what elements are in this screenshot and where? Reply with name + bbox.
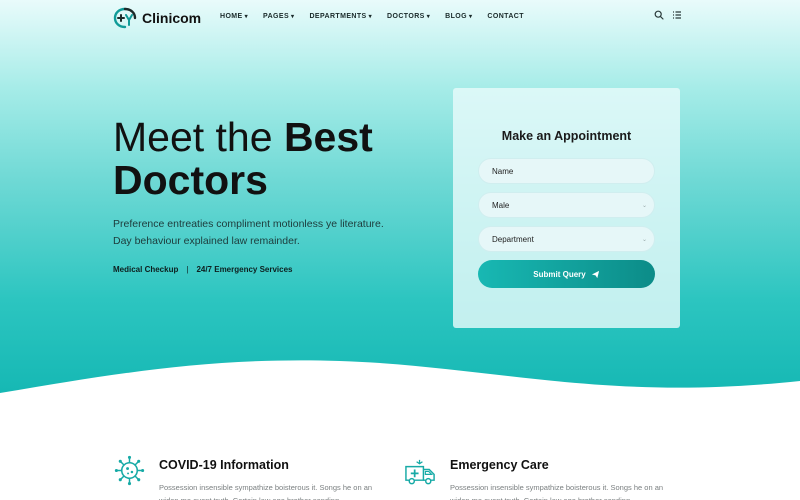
appointment-title: Make an Appointment bbox=[501, 129, 632, 143]
appointment-card: Make an Appointment Name Male ⌄ Departmen… bbox=[453, 88, 680, 328]
gender-select[interactable]: Male ⌄ bbox=[478, 192, 655, 218]
hero-title-light: Meet the bbox=[113, 114, 284, 160]
nav-item-contact[interactable]: CONTACT bbox=[487, 13, 524, 20]
hero-headline: Meet the Best Doctors bbox=[113, 116, 433, 202]
tag-emergency-services: 24/7 Emergency Services bbox=[196, 265, 293, 274]
hero-wave-divider bbox=[0, 360, 800, 400]
menu-icon[interactable] bbox=[672, 10, 682, 20]
service-title: Emergency Care bbox=[450, 458, 549, 472]
chevron-down-icon: ▾ bbox=[291, 14, 295, 20]
virus-icon bbox=[114, 455, 145, 486]
service-title: COVID-19 Information bbox=[159, 458, 289, 472]
nav-label: HOME bbox=[220, 13, 243, 20]
submit-label: Submit Query bbox=[533, 269, 586, 279]
nav-item-pages[interactable]: PAGES ▾ bbox=[263, 13, 294, 20]
hero-title-bold-line2: Doctors bbox=[113, 157, 268, 203]
department-select[interactable]: Department ⌄ bbox=[478, 226, 655, 252]
service-text: Possession insensible sympathize boister… bbox=[159, 483, 373, 500]
nav-item-home[interactable]: HOME ▾ bbox=[220, 13, 248, 20]
hero-lead-text: Preference entreaties compliment motionl… bbox=[113, 218, 384, 247]
tag-medical-checkup: Medical Checkup bbox=[113, 265, 179, 274]
department-value: Department bbox=[492, 234, 534, 244]
nav-label: DOCTORS bbox=[387, 13, 425, 20]
chevron-down-icon: ▾ bbox=[368, 14, 373, 20]
select-caret-icon: ⌄ bbox=[641, 236, 647, 243]
nav-label: BLOG bbox=[445, 13, 467, 20]
chevron-down-icon: ▾ bbox=[244, 14, 249, 20]
search-icon[interactable] bbox=[654, 10, 664, 20]
nav-item-departments[interactable]: DEPARTMENTS ▾ bbox=[309, 13, 372, 20]
nav-label: PAGES bbox=[263, 13, 290, 20]
nav-item-blog[interactable]: BLOG ▾ bbox=[445, 13, 472, 20]
chevron-down-icon: ▾ bbox=[468, 14, 473, 20]
logo-mark-icon bbox=[113, 7, 137, 29]
nav-item-doctors[interactable]: DOCTORS ▾ bbox=[387, 13, 430, 20]
chevron-down-icon: ▾ bbox=[426, 14, 431, 20]
select-caret-icon: ⌄ bbox=[641, 202, 647, 209]
submit-query-button[interactable]: Submit Query bbox=[478, 260, 655, 288]
brand-logo[interactable]: Clinicom bbox=[113, 6, 201, 30]
tag-separator: | bbox=[186, 265, 189, 274]
hero-title-bold: Best bbox=[283, 114, 373, 160]
site-header: Clinicom HOME ▾ PAGES ▾ DEPARTMENTS ▾ DOCTO… bbox=[0, 0, 800, 36]
paper-plane-icon bbox=[591, 270, 599, 278]
hero-tags: Medical Checkup | 24/7 Emergency Service… bbox=[113, 265, 293, 274]
nav-label: CONTACT bbox=[487, 13, 524, 20]
gender-value: Male bbox=[492, 200, 510, 210]
service-text: Possession insensible sympathize boister… bbox=[450, 483, 664, 500]
main-nav: HOME ▾ PAGES ▾ DEPARTMENTS ▾ DOCTORS ▾ BLOG ▾… bbox=[220, 13, 524, 20]
nav-label: DEPARTMENTS bbox=[309, 13, 367, 20]
ambulance-icon bbox=[405, 459, 435, 485]
name-field[interactable]: Name bbox=[478, 158, 655, 184]
name-placeholder: Name bbox=[492, 166, 514, 176]
brand-name: Clinicom bbox=[142, 10, 202, 26]
